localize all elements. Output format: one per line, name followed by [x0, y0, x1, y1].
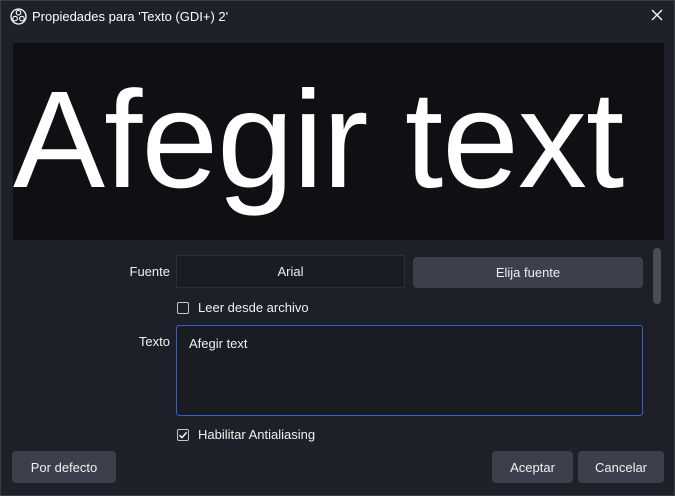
font-label: Fuente — [129, 264, 170, 279]
properties-scrollbar[interactable] — [652, 248, 662, 441]
antialiasing-checkbox[interactable]: Habilitar Antialiasing — [177, 427, 315, 442]
close-button[interactable] — [644, 4, 670, 30]
font-display: Arial — [176, 255, 405, 288]
window-title: Propiedades para 'Texto (GDI+) 2' — [32, 9, 229, 24]
cancel-button[interactable]: Cancelar — [578, 451, 664, 483]
text-input[interactable]: Afegir text — [176, 325, 643, 416]
properties-dialog: Propiedades para 'Texto (GDI+) 2' Afegir… — [0, 0, 675, 496]
close-icon — [651, 8, 663, 26]
preview-text: Afegir text — [13, 63, 624, 217]
text-preview: Afegir text — [13, 43, 664, 240]
choose-font-button[interactable]: Elija fuente — [413, 257, 643, 288]
ok-button[interactable]: Aceptar — [492, 451, 573, 483]
read-from-file-label: Leer desde archivo — [198, 300, 309, 315]
checkmark-icon — [177, 428, 189, 441]
text-label: Texto — [138, 334, 170, 349]
scrollbar-thumb[interactable] — [653, 248, 661, 304]
title-bar: Propiedades para 'Texto (GDI+) 2' — [1, 1, 674, 33]
checkbox-unchecked-icon — [177, 301, 189, 314]
defaults-button[interactable]: Por defecto — [12, 451, 116, 483]
antialiasing-label: Habilitar Antialiasing — [198, 427, 316, 442]
properties-panel: Fuente Arial Elija fuente Leer desde arc… — [13, 242, 664, 442]
read-from-file-checkbox[interactable]: Leer desde archivo — [177, 300, 309, 315]
obs-icon — [10, 8, 27, 25]
